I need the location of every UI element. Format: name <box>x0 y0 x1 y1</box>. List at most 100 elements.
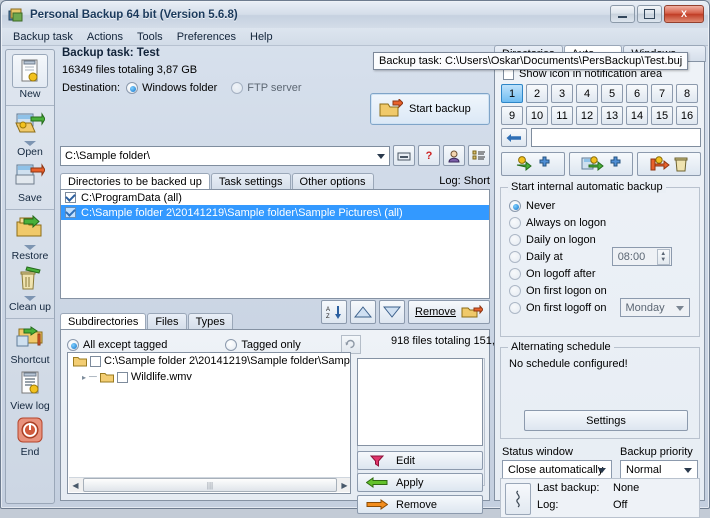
list-button[interactable] <box>468 145 490 166</box>
menu-item-help[interactable]: Help <box>243 30 280 44</box>
save-task-button[interactable] <box>569 152 633 176</box>
checkbox-icon[interactable] <box>90 355 101 367</box>
status-window-select[interactable]: Close automatically <box>502 460 612 479</box>
move-up-button[interactable] <box>350 300 377 324</box>
add-task-button[interactable] <box>501 152 565 176</box>
radio-on-logoff-after[interactable]: On logoff after <box>509 265 699 282</box>
spinner-arrows-icon[interactable]: ▲ ▼ <box>656 249 670 265</box>
tab-task-settings[interactable]: Task settings <box>210 173 291 190</box>
task-number-15[interactable]: 15 <box>651 106 673 125</box>
task-number-13[interactable]: 13 <box>601 106 623 125</box>
tab-subdirectories[interactable]: Subdirectories <box>60 313 147 330</box>
checkbox-icon[interactable] <box>65 207 76 218</box>
toolbar-button-open[interactable]: Open <box>7 111 53 160</box>
radio-never[interactable]: Never <box>509 197 699 214</box>
back-button[interactable] <box>501 128 527 147</box>
help-button[interactable]: ? <box>418 145 440 166</box>
task-number-4[interactable]: 4 <box>576 84 598 103</box>
scroll-left-arrow-icon[interactable]: ◀ <box>69 479 82 492</box>
radio-on-first-logon-on[interactable]: On first logon on <box>509 282 699 299</box>
toolbar-button-cleanup[interactable]: Clean up <box>7 266 53 315</box>
delete-task-button[interactable] <box>637 152 701 176</box>
table-row[interactable]: C:\ProgramData (all) <box>61 190 489 205</box>
radio-daily-on-logon[interactable]: Daily on logon <box>509 231 699 248</box>
close-button[interactable]: X <box>664 5 704 23</box>
toolbar-label-new: New <box>19 88 41 100</box>
move-down-button[interactable] <box>379 300 406 324</box>
task-number-3[interactable]: 3 <box>551 84 573 103</box>
task-number-9[interactable]: 9 <box>501 106 523 125</box>
tree-item[interactable]: C:\Sample folder 2\20141219\Sample folde… <box>68 353 350 369</box>
checkbox-icon[interactable] <box>65 192 76 203</box>
table-row[interactable]: C:\Sample folder 2\20141219\Sample folde… <box>61 205 489 220</box>
remove-directory-button[interactable]: Remove <box>408 300 490 324</box>
filter-remove-button[interactable]: Remove <box>357 495 483 514</box>
task-number-1[interactable]: 1 <box>501 84 523 103</box>
tree-item[interactable]: ▸ ─ Wildlife.wmv <box>68 369 350 385</box>
task-number-5[interactable]: 5 <box>601 84 623 103</box>
radio-ftp-server[interactable]: FTP server <box>231 82 302 94</box>
expander-icon[interactable]: ▸ <box>82 373 86 382</box>
directory-filters-list[interactable] <box>357 358 483 446</box>
start-backup-button[interactable]: Start backup <box>370 93 490 125</box>
radio-all-except-tagged[interactable]: All except tagged <box>67 338 167 351</box>
tab-directories-to-be-backed-up[interactable]: Directories to be backed up <box>60 173 210 190</box>
menu-item-preferences[interactable]: Preferences <box>170 30 243 44</box>
filter-edit-button[interactable]: Edit <box>357 451 483 470</box>
menu-item-actions[interactable]: Actions <box>80 30 130 44</box>
directory-list[interactable]: C:\ProgramData (all) C:\Sample folder 2\… <box>60 189 490 299</box>
subdirectory-tree[interactable]: C:\Sample folder 2\20141219\Sample folde… <box>67 352 351 494</box>
chevron-down-icon[interactable] <box>377 153 385 159</box>
task-name-input[interactable] <box>531 128 701 147</box>
tab-types[interactable]: Types <box>187 313 233 330</box>
toolbar-button-shortcut[interactable]: Shortcut <box>7 324 53 368</box>
backup-priority-select[interactable]: Normal <box>620 460 698 479</box>
weekday-select[interactable]: Monday <box>619 298 690 317</box>
toolbar-button-restore[interactable]: Restore <box>7 215 53 264</box>
toolbar-button-end[interactable]: End <box>7 416 53 460</box>
radio-windows-folder[interactable]: Windows folder <box>126 82 217 94</box>
task-number-10[interactable]: 10 <box>526 106 548 125</box>
radio-always-on-logon-dot <box>509 216 521 229</box>
radio-on-first-logon-on-dot <box>509 284 521 297</box>
scrollbar-thumb[interactable]: ||| <box>83 478 337 492</box>
radio-on-first-logoff-on[interactable]: On first logoff on Monday <box>509 298 699 317</box>
toolbar-button-new[interactable]: New <box>7 54 53 102</box>
task-number-16[interactable]: 16 <box>676 106 698 125</box>
schedule-settings-button[interactable]: Settings <box>524 410 688 431</box>
task-number-7[interactable]: 7 <box>651 84 673 103</box>
radio-daily-at[interactable]: Daily at 08:00 ▲ ▼ <box>509 247 699 266</box>
filter-apply-button[interactable]: Apply <box>357 473 483 492</box>
menu-item-backup-task[interactable]: Backup task <box>6 30 80 44</box>
minimize-button[interactable] <box>610 5 635 23</box>
radio-always-on-logon[interactable]: Always on logon <box>509 214 699 231</box>
task-number-14[interactable]: 14 <box>626 106 648 125</box>
maximize-button[interactable] <box>637 5 662 23</box>
task-number-12[interactable]: 12 <box>576 106 598 125</box>
task-number-6[interactable]: 6 <box>626 84 648 103</box>
horizontal-scrollbar[interactable]: ◀ ||| ▶ <box>69 477 350 492</box>
tab-files[interactable]: Files <box>147 313 187 330</box>
destination-path-input[interactable]: C:\Sample folder\ <box>60 145 390 166</box>
radio-on-first-logon-on-label: On first logon on <box>526 284 607 297</box>
daily-time-input[interactable]: 08:00 ▲ ▼ <box>611 247 672 266</box>
info-icon[interactable] <box>505 483 531 515</box>
scroll-right-arrow-icon[interactable]: ▶ <box>338 479 350 492</box>
auto-backup-legend: Start internal automatic backup <box>508 181 666 193</box>
menu-item-tools[interactable]: Tools <box>130 30 170 44</box>
task-number-2[interactable]: 2 <box>526 84 548 103</box>
select-folder-button[interactable] <box>393 145 415 166</box>
checkbox-icon[interactable] <box>503 68 514 80</box>
toolbar-button-save[interactable]: Save <box>7 162 53 206</box>
radio-tagged-only[interactable]: Tagged only <box>225 338 301 351</box>
tab-other-options[interactable]: Other options <box>291 173 374 190</box>
toolbar-label-cleanup: Clean up <box>8 301 52 313</box>
task-number-11[interactable]: 11 <box>551 106 573 125</box>
radio-on-first-logoff-on-label: On first logoff on <box>526 301 607 314</box>
checkbox-icon[interactable] <box>116 371 128 383</box>
log-value: Off <box>613 499 628 511</box>
toolbar-button-viewlog[interactable]: View log <box>7 370 53 414</box>
user-button[interactable] <box>443 145 465 166</box>
task-number-8[interactable]: 8 <box>676 84 698 103</box>
sort-button[interactable]: A Z <box>321 300 348 324</box>
